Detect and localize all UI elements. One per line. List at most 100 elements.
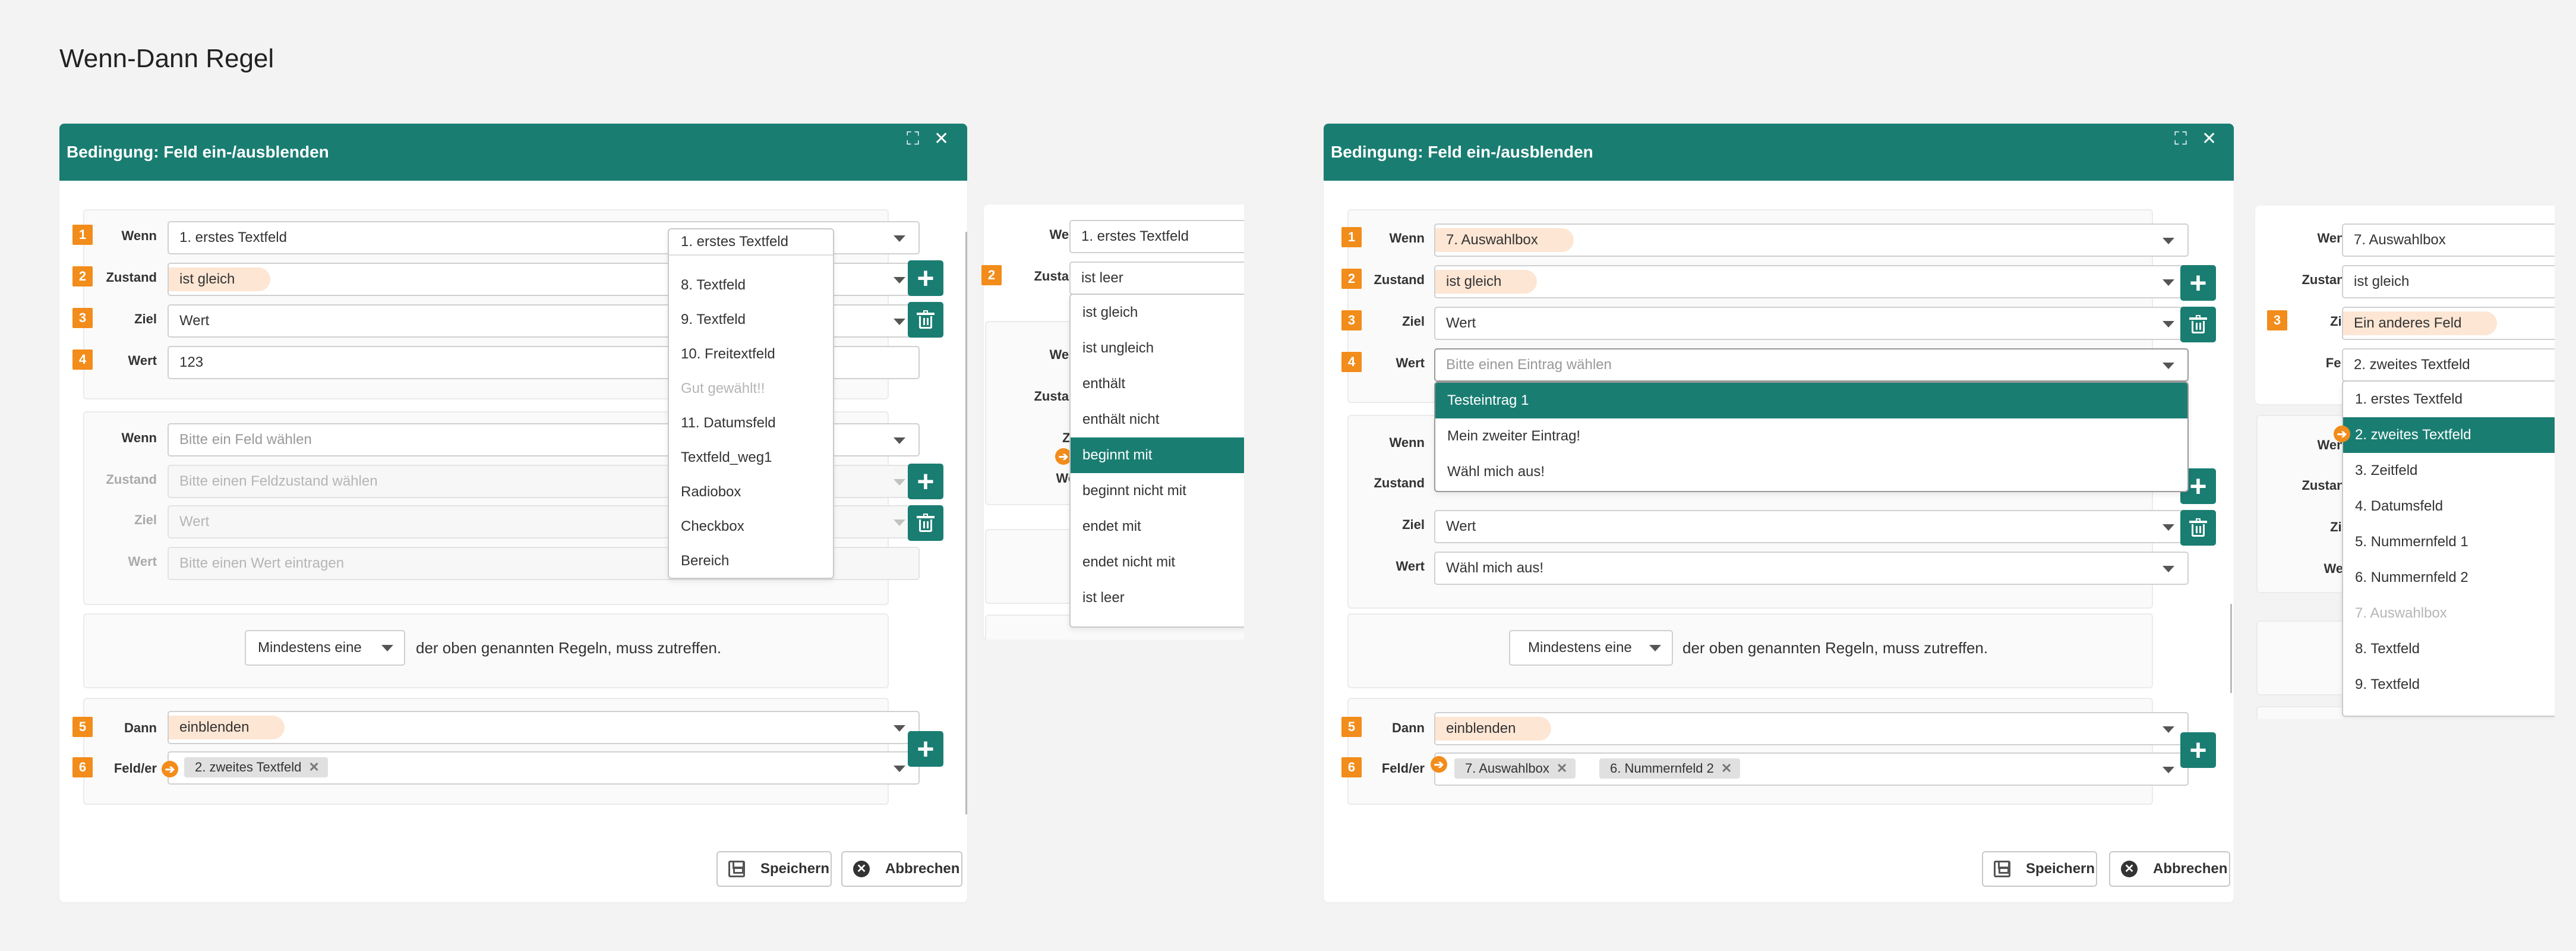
label-dann: Dann: [1392, 720, 1425, 735]
field-tag[interactable]: 6. Nummernfeld 2 ✕: [1599, 758, 1741, 779]
chevron-down-icon: [894, 277, 905, 284]
dann-select[interactable]: einblenden: [168, 711, 920, 744]
ziel-select[interactable]: Ein anderes Feld: [2342, 307, 2555, 340]
wenn-dropdown: 1. erstes Textfeld 8. Textfeld 9. Textfe…: [668, 228, 834, 579]
close-icon[interactable]: ✕: [934, 130, 949, 149]
plus-icon: +: [2189, 266, 2207, 300]
dropdown-option[interactable]: Wähl mich aus!: [1435, 454, 2187, 490]
dropdown-option-selected[interactable]: Testeintrag 1: [1435, 383, 2187, 418]
remove-tag-icon[interactable]: ✕: [308, 760, 319, 775]
label-wert: Wert: [128, 554, 157, 569]
dropdown-option[interactable]: 8. Textfeld: [2343, 631, 2555, 667]
label-zustand: Zustand: [106, 270, 157, 285]
cancel-button[interactable]: ✕ Abbrechen: [2109, 851, 2230, 887]
wenn-select[interactable]: 7. Auswahlbox: [2342, 223, 2555, 257]
label-ziel: Ziel: [134, 311, 157, 326]
chevron-down-icon: [2163, 238, 2174, 244]
dropdown-option[interactable]: enthält nicht: [1071, 402, 1244, 437]
wenn-select[interactable]: 1. erstes Textfeld: [1069, 220, 1244, 253]
add-field-button[interactable]: +: [2180, 732, 2216, 768]
wenn-value: 7. Auswahlbox: [2354, 232, 2446, 248]
dropdown-option[interactable]: 9. Textfeld: [669, 302, 833, 338]
save-button[interactable]: Speichern: [716, 851, 832, 887]
add-field-button[interactable]: +: [908, 731, 943, 767]
cancel-button[interactable]: ✕ Abbrechen: [841, 851, 962, 887]
field-tag[interactable]: 7. Auswahlbox ✕: [1454, 758, 1576, 779]
dann-value: einblenden: [169, 716, 285, 739]
wenn-placeholder: Bitte ein Feld wählen: [179, 432, 312, 448]
chevron-down-icon: [2163, 279, 2174, 286]
remove-tag-icon[interactable]: ✕: [1557, 761, 1567, 776]
close-icon[interactable]: ✕: [2202, 130, 2217, 149]
dropdown-option[interactable]: Mein zweiter Eintrag!: [1435, 418, 2187, 454]
chevron-down-icon: [381, 645, 393, 651]
wert-select[interactable]: Wähl mich aus!: [1434, 552, 2189, 585]
zustand-select[interactable]: ist gleich: [1434, 265, 2189, 298]
feld-select[interactable]: 2. zweites Textfeld: [2342, 348, 2555, 382]
mindestens-select[interactable]: Mindestens eine: [245, 630, 405, 666]
remove-tag-icon[interactable]: ✕: [1721, 761, 1732, 776]
dropdown-option[interactable]: beginnt nicht mit: [1071, 473, 1244, 509]
wert-select[interactable]: Bitte einen Eintrag wählen: [1434, 348, 2189, 382]
field-tag-label: 6. Nummernfeld 2: [1610, 761, 1714, 776]
feld-value: 2. zweites Textfeld: [2354, 357, 2470, 373]
ziel-select[interactable]: Wert: [1434, 307, 2189, 340]
dropdown-option[interactable]: 4. Datumsfeld: [2343, 489, 2555, 524]
dropdown-option[interactable]: 10. Freitextfeld: [669, 336, 833, 372]
dropdown-option[interactable]: 11. Datumsfeld: [669, 405, 833, 441]
zustand-select[interactable]: ist leer: [1069, 262, 1244, 295]
field-tag[interactable]: 2. zweites Textfeld ✕: [184, 757, 328, 777]
dropdown-option[interactable]: 8. Textfeld: [669, 267, 833, 303]
badge-2: 2: [981, 265, 1002, 285]
delete-condition-button[interactable]: [908, 505, 943, 541]
dropdown-option[interactable]: Checkbox: [669, 509, 833, 544]
dropdown-option[interactable]: Radiobox: [669, 474, 833, 510]
delete-condition-button[interactable]: [908, 302, 943, 338]
add-condition-button[interactable]: +: [908, 260, 943, 296]
mindestens-select[interactable]: Mindestens eine: [1509, 630, 1673, 666]
dropdown-option[interactable]: 3. Zeitfeld: [2343, 453, 2555, 489]
dann-select[interactable]: einblenden: [1434, 712, 2189, 745]
dropdown-selected[interactable]: 1. erstes Textfeld: [669, 229, 833, 256]
badge-1: 1: [1341, 227, 1362, 247]
dropdown-option[interactable]: 9. Textfeld: [2343, 667, 2555, 703]
dropdown-selected-label: 1. erstes Textfeld: [681, 234, 788, 250]
ziel-select[interactable]: Wert: [1434, 510, 2189, 543]
cancel-icon: ✕: [853, 861, 870, 877]
badge-6: 6: [1341, 757, 1362, 777]
label-zustand: Zustand: [1374, 272, 1425, 287]
wenn-select[interactable]: 7. Auswahlbox: [1434, 223, 2189, 257]
chevron-down-icon: [2163, 321, 2174, 328]
dropdown-option[interactable]: ist gleich: [1071, 295, 1244, 330]
dropdown-option[interactable]: 5. Nummernfeld 1: [2343, 524, 2555, 560]
label-wenn: Wenn: [1389, 231, 1425, 245]
expand-icon[interactable]: ⛶: [907, 130, 919, 149]
delete-condition-button[interactable]: [2180, 510, 2216, 546]
ziel-value: Wert: [179, 313, 210, 329]
zustand-dropdown: ist gleich ist ungleich enthält enthält …: [1069, 294, 1244, 628]
chevron-down-icon: [2163, 524, 2174, 531]
zustand-select[interactable]: ist gleich: [2342, 265, 2555, 298]
dropdown-option[interactable]: Textfeld_weg1: [669, 440, 833, 476]
add-condition-button[interactable]: +: [908, 464, 943, 499]
ziel-value: Wert: [1446, 518, 1476, 534]
save-button[interactable]: Speichern: [1982, 851, 2097, 887]
dropdown-option[interactable]: 6. Nummernfeld 2: [2343, 560, 2555, 596]
dropdown-option-selected[interactable]: 2. zweites Textfeld: [2343, 417, 2555, 453]
dropdown-option: 7. Auswahlbox: [2355, 605, 2447, 621]
delete-condition-button[interactable]: [2180, 307, 2216, 342]
wert-value: 123: [179, 354, 204, 370]
expand-icon[interactable]: ⛶: [2174, 130, 2187, 149]
label-ziel: Ziel: [1402, 314, 1425, 329]
dropdown-option[interactable]: endet nicht mit: [1071, 544, 1244, 580]
dropdown-option[interactable]: 1. erstes Textfeld: [2343, 382, 2555, 417]
add-condition-button[interactable]: +: [2180, 265, 2216, 301]
dropdown-option-selected[interactable]: beginnt mit: [1071, 437, 1244, 473]
badge-3: 3: [2267, 310, 2287, 330]
dropdown-option[interactable]: Bereich: [669, 543, 833, 578]
dropdown-option[interactable]: ist leer: [1071, 580, 1244, 616]
wenn-value: 7. Auswahlbox: [1435, 228, 1574, 252]
dropdown-option[interactable]: ist ungleich: [1071, 330, 1244, 366]
dropdown-option[interactable]: enthält: [1071, 366, 1244, 402]
dropdown-option[interactable]: endet mit: [1071, 509, 1244, 544]
